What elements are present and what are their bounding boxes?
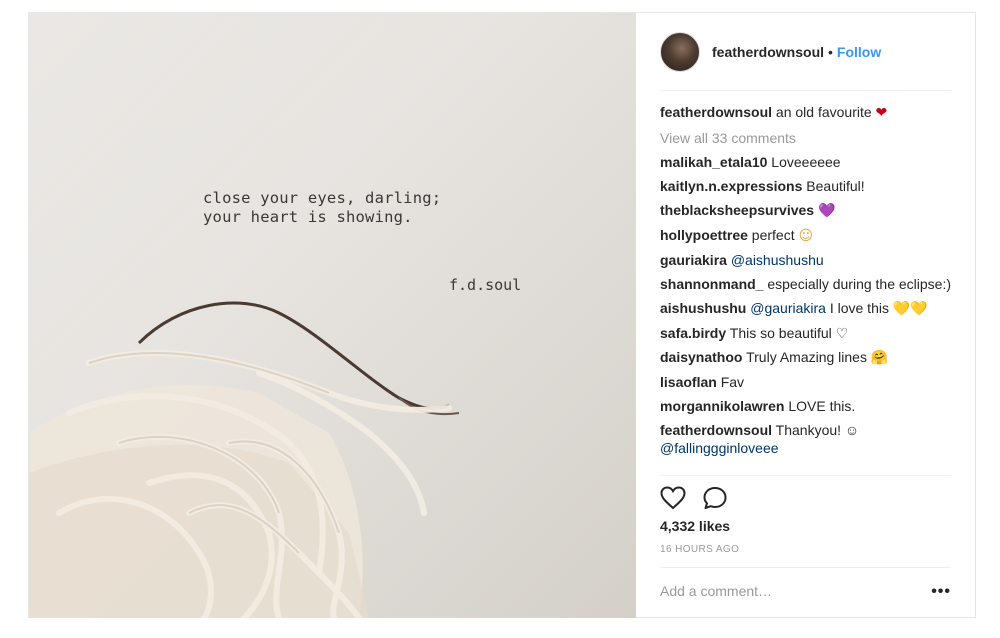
comment-username[interactable]: lisaoflan: [660, 374, 717, 390]
heart-outline-icon[interactable]: [660, 486, 686, 510]
red-heart-icon: ❤: [875, 105, 888, 121]
post-photo[interactable]: close your eyes, darling; your heart is …: [29, 13, 636, 618]
caption-text: an old favourite: [775, 104, 872, 120]
comment-text: especially during the eclipse:): [767, 276, 952, 292]
comment-item: safa.birdy This so beautiful ♡: [660, 324, 955, 342]
poem-signature: f.d.soul: [449, 276, 522, 294]
divider: [660, 567, 951, 568]
comment-item: kaitlyn.n.expressions Beautiful!: [660, 177, 955, 195]
comment-mention[interactable]: @fallinggginloveee: [660, 440, 779, 456]
comment-mention[interactable]: @aishushushu: [731, 252, 824, 268]
smiling-face-icon: ☺: [798, 228, 814, 244]
yellow-heart-icon: 💛💛: [892, 301, 928, 317]
comment-text: LOVE this.: [788, 398, 856, 414]
purple-heart-icon: 💜: [817, 203, 836, 219]
avatar[interactable]: [660, 32, 700, 72]
comment-text: This so beautiful ♡: [729, 325, 849, 341]
follow-button[interactable]: Follow: [837, 44, 881, 60]
speech-bubble-icon[interactable]: [702, 486, 728, 510]
comment-item: gauriakira @aishushushu: [660, 251, 955, 269]
header-separator: •: [828, 44, 833, 60]
comment-text: Fav: [720, 374, 745, 390]
comment-text: Loveeeeee: [771, 154, 841, 170]
add-comment-input[interactable]: [660, 579, 920, 603]
poem-text: close your eyes, darling; your heart is …: [203, 189, 441, 227]
caption-username[interactable]: featherdownsoul: [660, 104, 772, 120]
comment-item: aishushushu @gauriakira I love this 💛💛: [660, 299, 955, 318]
comment-item: featherdownsoul Thankyou! ☺ @fallingggin…: [660, 421, 955, 457]
more-options-icon[interactable]: •••: [931, 583, 951, 601]
comments-list[interactable]: featherdownsoul an old favourite ❤ View …: [660, 101, 955, 475]
comment-text: Truly Amazing lines: [746, 349, 867, 365]
comment-username[interactable]: featherdownsoul: [660, 422, 772, 438]
likes-count[interactable]: 4,332 likes: [660, 518, 730, 534]
comment-item: morgannikolawren LOVE this.: [660, 397, 955, 415]
comment-username[interactable]: malikah_etala10: [660, 154, 767, 170]
comment-username[interactable]: gauriakira: [660, 252, 727, 268]
divider: [660, 90, 951, 91]
post-header: featherdownsoul • Follow: [660, 27, 951, 77]
yarn-tassel-image: [29, 13, 636, 618]
comment-username[interactable]: theblacksheepsurvives: [660, 202, 814, 218]
comment-item: lisaoflan Fav: [660, 373, 955, 391]
post-sidebar: featherdownsoul • Follow featherdownsoul…: [636, 13, 975, 618]
poem-line-2: your heart is showing.: [203, 208, 413, 226]
comment-text: Thankyou! ☺: [775, 422, 860, 438]
comment-text: perfect: [751, 227, 795, 243]
comment-text: I love this: [829, 300, 889, 316]
header-username[interactable]: featherdownsoul: [712, 44, 824, 60]
comment-username[interactable]: safa.birdy: [660, 325, 726, 341]
view-all-comments-link[interactable]: View all 33 comments: [660, 129, 955, 147]
post-timestamp[interactable]: 16 HOURS AGO: [660, 544, 739, 555]
poem-line-1: close your eyes, darling;: [203, 189, 442, 207]
post-card: close your eyes, darling; your heart is …: [28, 12, 976, 618]
hugging-face-icon: 🤗: [870, 350, 889, 366]
comment-username[interactable]: shannonmand_: [660, 276, 763, 292]
comment-item: shannonmand_ especially during the eclip…: [660, 275, 955, 293]
comment-username[interactable]: aishushushu: [660, 300, 746, 316]
comment-username[interactable]: morgannikolawren: [660, 398, 784, 414]
divider: [660, 475, 951, 476]
comment-item: daisynathoo Truly Amazing lines 🤗: [660, 348, 955, 367]
comment-item: theblacksheepsurvives 💜: [660, 201, 955, 220]
action-bar: [660, 483, 728, 513]
comment-item: malikah_etala10 Loveeeeee: [660, 153, 955, 171]
comment-item: hollypoettree perfect ☺: [660, 226, 955, 245]
comment-username[interactable]: hollypoettree: [660, 227, 748, 243]
comment-username[interactable]: daisynathoo: [660, 349, 742, 365]
comment-text: Beautiful!: [806, 178, 865, 194]
comment-username[interactable]: kaitlyn.n.expressions: [660, 178, 802, 194]
comment-mention[interactable]: @gauriakira: [750, 300, 826, 316]
caption: featherdownsoul an old favourite ❤: [660, 103, 955, 122]
